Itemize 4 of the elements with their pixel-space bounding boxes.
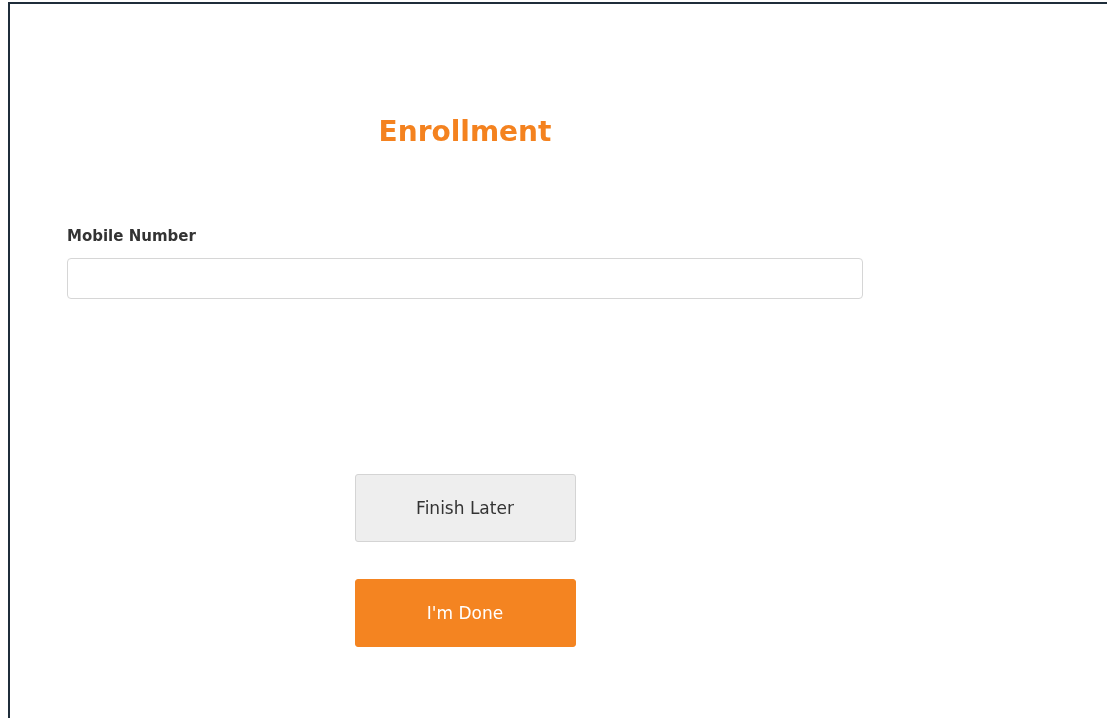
finish-later-button[interactable]: Finish Later xyxy=(354,474,576,542)
page-title: Enrollment xyxy=(377,114,553,150)
mobile-number-label: Mobile Number xyxy=(67,226,196,246)
mobile-number-field[interactable] xyxy=(67,258,863,299)
